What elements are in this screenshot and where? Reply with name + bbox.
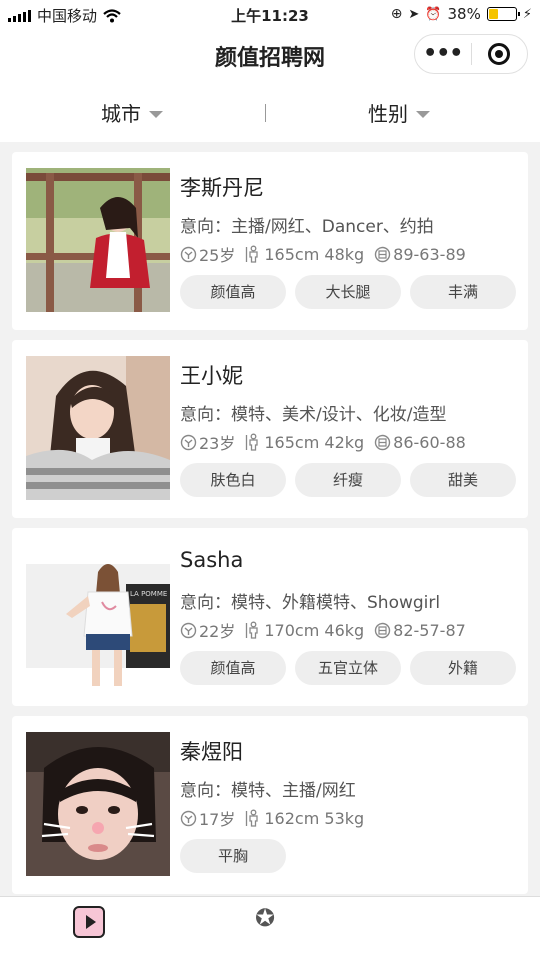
ellipsis-icon[interactable]: •••: [415, 34, 471, 74]
profile-stats: 23岁 165cm 42kg 86-60-88: [180, 430, 476, 454]
target-close-icon: [488, 43, 511, 65]
profile-list: 李斯丹尼 意向：主播/网红、Dancer、约拍 25岁 165cm 48kg 8…: [12, 152, 528, 904]
star-badge-icon[interactable]: ✪: [250, 903, 280, 933]
profile-measurements: 89-63-89: [393, 244, 466, 264]
profile-name: 秦煜阳: [180, 740, 243, 764]
profile-body: 170cm 46kg: [264, 620, 365, 640]
profile-card[interactable]: 王小妮 意向：模特、美术/设计、化妆/造型 23岁 165cm 42kg 86-…: [12, 340, 528, 518]
profile-intent: 意向：主播/网红、Dancer、约拍: [180, 217, 434, 237]
profile-card[interactable]: 李斯丹尼 意向：主播/网红、Dancer、约拍 25岁 165cm 48kg 8…: [12, 152, 528, 330]
profile-tag[interactable]: 丰满: [410, 275, 516, 309]
nav-bar: 颜值招聘网 •••: [0, 30, 540, 80]
profile-intent: 意向：模特、外籍模特、Showgirl: [180, 593, 441, 613]
profile-name: 李斯丹尼: [180, 176, 264, 200]
body-icon: [246, 433, 259, 451]
gender-filter-label: 性别: [368, 102, 408, 126]
profile-body: 165cm 42kg: [264, 432, 365, 452]
profile-tags: 平胸: [180, 839, 286, 873]
profile-tag[interactable]: 纤瘦: [295, 463, 401, 497]
battery-percent: 38%: [447, 5, 481, 23]
measurements-icon: [374, 622, 391, 638]
caret-down-icon: [149, 110, 163, 118]
tab-bar: ✪: [0, 896, 540, 960]
profile-age: 25岁: [199, 246, 236, 265]
profile-tag[interactable]: 平胸: [180, 839, 286, 873]
profile-stats: 22岁 170cm 46kg 82-57-87: [180, 618, 476, 642]
measurements-icon: [374, 434, 391, 450]
body-icon: [246, 621, 259, 639]
profile-photo[interactable]: LA POMME: [26, 544, 170, 688]
profile-tag[interactable]: 甜美: [410, 463, 516, 497]
profile-tag[interactable]: 肤色白: [180, 463, 286, 497]
close-button[interactable]: [472, 43, 528, 65]
battery-icon: [486, 7, 520, 21]
age-icon: [180, 810, 197, 826]
profile-tag[interactable]: 大长腿: [295, 275, 401, 309]
measurements-icon: [374, 246, 391, 262]
body-icon: [246, 809, 259, 827]
profile-photo[interactable]: [26, 356, 170, 500]
profile-tag[interactable]: 外籍: [410, 651, 516, 685]
profile-name: 王小妮: [180, 364, 243, 388]
profile-intent: 意向：模特、美术/设计、化妆/造型: [180, 405, 447, 425]
profile-tag[interactable]: 颜值高: [180, 275, 286, 309]
profile-tags: 颜值高 大长腿 丰满: [180, 275, 516, 309]
profile-tags: 颜值高 五官立体 外籍: [180, 651, 516, 685]
age-icon: [180, 246, 197, 262]
body-icon: [246, 245, 259, 263]
profile-stats: 17岁 162cm 53kg: [180, 806, 374, 830]
rotation-lock-icon: ⊕: [390, 6, 403, 22]
filter-bar: 城市 性别: [0, 80, 540, 142]
profile-tag[interactable]: 五官立体: [295, 651, 401, 685]
mini-program-capsule: •••: [414, 34, 528, 74]
svg-text:LA POMME: LA POMME: [130, 590, 167, 598]
profile-measurements: 82-57-87: [393, 620, 466, 640]
profile-measurements: 86-60-88: [393, 432, 466, 452]
location-icon: ➤: [408, 6, 420, 22]
age-icon: [180, 434, 197, 450]
profile-photo[interactable]: [26, 732, 170, 876]
profile-age: 23岁: [199, 434, 236, 453]
play-icon[interactable]: [73, 906, 105, 938]
city-filter[interactable]: 城市: [101, 98, 163, 127]
city-filter-label: 城市: [101, 102, 141, 126]
charging-icon: ⚡: [522, 6, 532, 22]
profile-age: 17岁: [199, 810, 236, 829]
alarm-icon: ⏰: [425, 6, 442, 22]
profile-card[interactable]: 秦煜阳 意向：模特、主播/网红 17岁 162cm 53kg 平胸: [12, 716, 528, 894]
profile-stats: 25岁 165cm 48kg 89-63-89: [180, 242, 476, 266]
profile-tags: 肤色白 纤瘦 甜美: [180, 463, 516, 497]
profile-intent: 意向：模特、主播/网红: [180, 781, 356, 801]
profile-card[interactable]: LA POMME Sasha 意向：模特、外籍模特、Showgirl 22岁 1…: [12, 528, 528, 706]
profile-body: 162cm 53kg: [264, 808, 365, 828]
profile-tag[interactable]: 颜值高: [180, 651, 286, 685]
caret-down-icon: [416, 110, 430, 118]
profile-name: Sasha: [180, 548, 244, 572]
profile-body: 165cm 48kg: [264, 244, 365, 264]
status-bar: 中国移动 上午11:23 ⊕ ➤ ⏰ 38% ⚡: [0, 0, 540, 30]
filter-divider: [265, 104, 266, 122]
status-right: ⊕ ➤ ⏰ 38% ⚡: [391, 5, 532, 23]
profile-age: 22岁: [199, 622, 236, 641]
profile-photo[interactable]: [26, 168, 170, 312]
gender-filter[interactable]: 性别: [368, 98, 430, 127]
age-icon: [180, 622, 197, 638]
